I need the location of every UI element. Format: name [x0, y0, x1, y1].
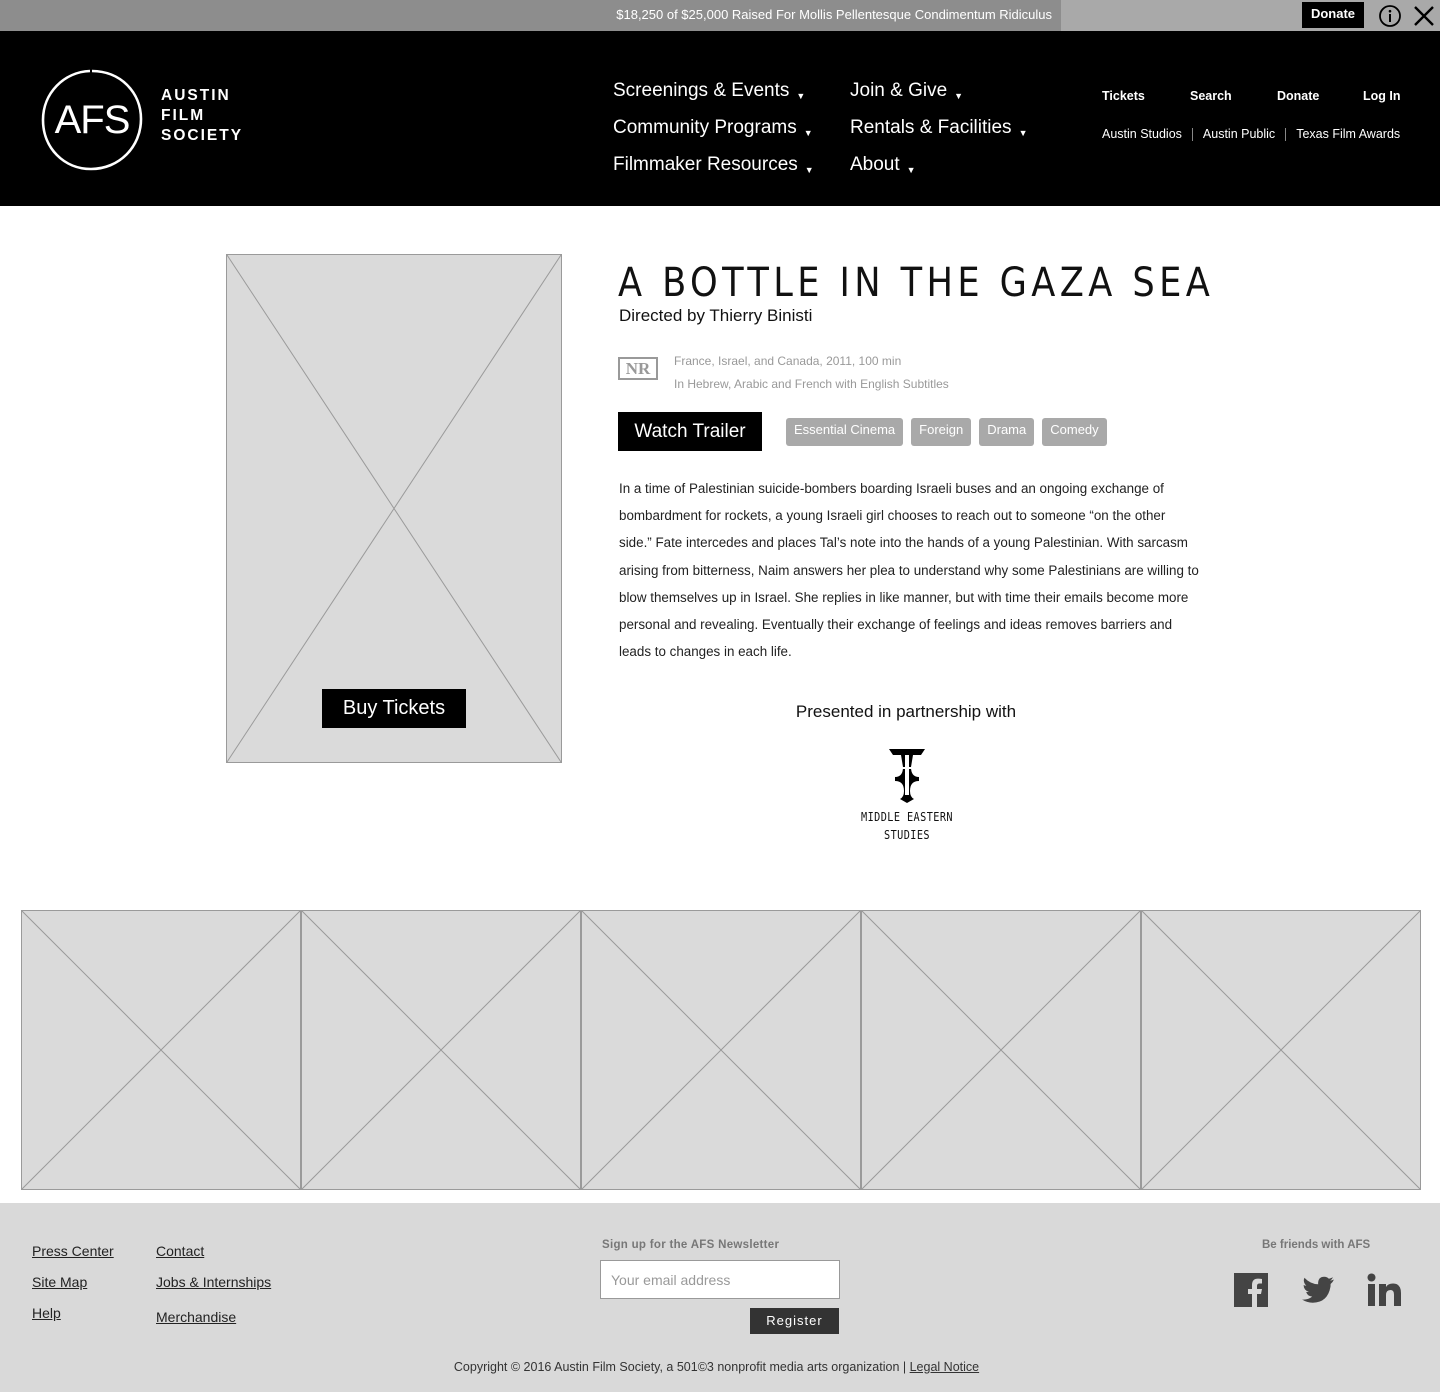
logo-mark-text: AFS	[55, 98, 130, 142]
fundraising-text: $18,250 of $25,000 Raised For Mollis Pel…	[616, 7, 1052, 22]
film-language: In Hebrew, Arabic and French with Englis…	[674, 377, 949, 391]
partner-name-line1: MIDDLE EASTERN	[861, 810, 953, 824]
tag-foreign[interactable]: Foreign	[911, 418, 972, 446]
copyright-text: Copyright © 2016 Austin Film Society, a …	[453, 1360, 907, 1374]
newsletter-email-input[interactable]	[600, 1260, 840, 1299]
footer-site-map-link[interactable]: Site Map	[32, 1274, 87, 1290]
partner-name: MIDDLE EASTERN STUDIES	[854, 808, 959, 844]
footer-help-link[interactable]: Help	[32, 1305, 61, 1321]
image-placeholder-icon	[227, 255, 561, 762]
gallery-image-placeholder[interactable]	[301, 910, 581, 1190]
main-nav-column-2: Join & Give ▼ Rentals & Facilities ▼ About…	[850, 75, 1027, 186]
film-title: A BOTTLE IN THE GAZA SEA	[618, 260, 1215, 306]
caret-down-icon: ▼	[954, 91, 964, 101]
tag-drama[interactable]: Drama	[979, 418, 1035, 446]
logo-word-austin: AUSTIN	[161, 87, 231, 104]
caret-down-icon: ▼	[1018, 128, 1028, 138]
util-search-link[interactable]: Search	[1190, 89, 1232, 103]
site-footer: Press Center Site Map Help Contact Jobs …	[0, 1203, 1440, 1392]
divider	[1285, 128, 1287, 141]
buy-tickets-button[interactable]: Buy Tickets	[322, 689, 466, 728]
legal-notice-link[interactable]: Legal Notice	[910, 1360, 980, 1374]
film-director: Directed by Thierry Binisti	[619, 306, 813, 325]
logo-word-society: SOCIETY	[161, 127, 244, 144]
newsletter-register-button[interactable]: Register	[750, 1308, 839, 1334]
film-poster-placeholder: Buy Tickets	[226, 254, 562, 763]
footer-contact-link[interactable]: Contact	[156, 1243, 204, 1259]
image-gallery	[21, 910, 1421, 1190]
fundraising-bar: $18,250 of $25,000 Raised For Mollis Pel…	[0, 0, 1440, 31]
gallery-image-placeholder[interactable]	[1141, 910, 1421, 1190]
tag-essential-cinema[interactable]: Essential Cinema	[786, 418, 904, 446]
image-placeholder-icon	[1142, 911, 1420, 1189]
nav-screenings-events[interactable]: Screenings & Events ▼	[613, 75, 814, 112]
footer-jobs-link[interactable]: Jobs & Internships	[156, 1274, 271, 1290]
social-label: Be friends with AFS	[1262, 1239, 1371, 1251]
divider	[1191, 128, 1193, 141]
gallery-image-placeholder[interactable]	[581, 910, 861, 1190]
caret-down-icon: ▼	[796, 91, 806, 101]
partner-label: Presented in partnership with	[795, 702, 1017, 721]
nav-about[interactable]: About ▼	[850, 149, 1027, 186]
info-icon[interactable]	[1378, 4, 1402, 28]
nav-rentals-facilities[interactable]: Rentals & Facilities ▼	[850, 112, 1027, 149]
watch-trailer-button[interactable]: Watch Trailer	[618, 412, 762, 451]
image-placeholder-icon	[862, 911, 1140, 1189]
image-placeholder-icon	[22, 911, 300, 1189]
copyright-line: Copyright © 2016 Austin Film Society, a …	[0, 1360, 1433, 1374]
gallery-image-placeholder[interactable]	[861, 910, 1141, 1190]
topbar-donate-button[interactable]: Donate	[1302, 2, 1364, 28]
logo-wordmark[interactable]: AUSTIN FILM SOCIETY	[161, 86, 243, 146]
linkedin-icon[interactable]	[1367, 1273, 1401, 1307]
util-login-link[interactable]: Log In	[1363, 89, 1401, 103]
site-header: AFS AUSTIN FILM SOCIETY Screenings & Eve…	[0, 31, 1440, 206]
genre-tags: Essential Cinema Foreign Drama Comedy	[786, 418, 1107, 446]
sublink-austin-public[interactable]: Austin Public	[1203, 127, 1275, 141]
main-nav-column-1: Screenings & Events ▼ Community Programs ▼…	[613, 75, 814, 186]
caret-down-icon: ▼	[906, 165, 916, 175]
util-tickets-link[interactable]: Tickets	[1102, 89, 1145, 103]
gallery-image-placeholder[interactable]	[21, 910, 301, 1190]
logo-word-film: FILM	[161, 107, 206, 124]
footer-merchandise-link[interactable]: Merchandise	[156, 1309, 236, 1325]
film-origin-runtime: France, Israel, and Canada, 2011, 100 mi…	[674, 354, 902, 368]
footer-press-center-link[interactable]: Press Center	[32, 1243, 114, 1259]
nav-filmmaker-resources[interactable]: Filmmaker Resources ▼	[613, 149, 814, 186]
afs-logo-icon[interactable]: AFS	[40, 68, 144, 172]
image-placeholder-icon	[582, 911, 860, 1189]
caret-down-icon: ▼	[803, 128, 813, 138]
close-icon[interactable]	[1412, 4, 1436, 28]
rating-badge: NR	[618, 357, 658, 380]
partner-name-line2: STUDIES	[884, 828, 930, 842]
sub-sites-links: Austin Studios Austin Public Texas Film Aw…	[1102, 127, 1400, 141]
facebook-icon[interactable]	[1234, 1273, 1268, 1307]
sublink-texas-film-awards[interactable]: Texas Film Awards	[1296, 127, 1400, 141]
util-donate-link[interactable]: Donate	[1277, 89, 1319, 103]
nav-join-give[interactable]: Join & Give ▼	[850, 75, 1027, 112]
sublink-austin-studios[interactable]: Austin Studios	[1102, 127, 1182, 141]
newsletter-label: Sign up for the AFS Newsletter	[602, 1239, 780, 1251]
nav-community-programs[interactable]: Community Programs ▼	[613, 112, 814, 149]
twitter-icon[interactable]	[1301, 1273, 1335, 1307]
film-meta: France, Israel, and Canada, 2011, 100 mi…	[674, 350, 949, 396]
tag-comedy[interactable]: Comedy	[1042, 418, 1107, 446]
caret-down-icon: ▼	[804, 165, 814, 175]
image-placeholder-icon	[302, 911, 580, 1189]
film-synopsis: In a time of Palestinian suicide-bombers…	[619, 481, 1199, 660]
